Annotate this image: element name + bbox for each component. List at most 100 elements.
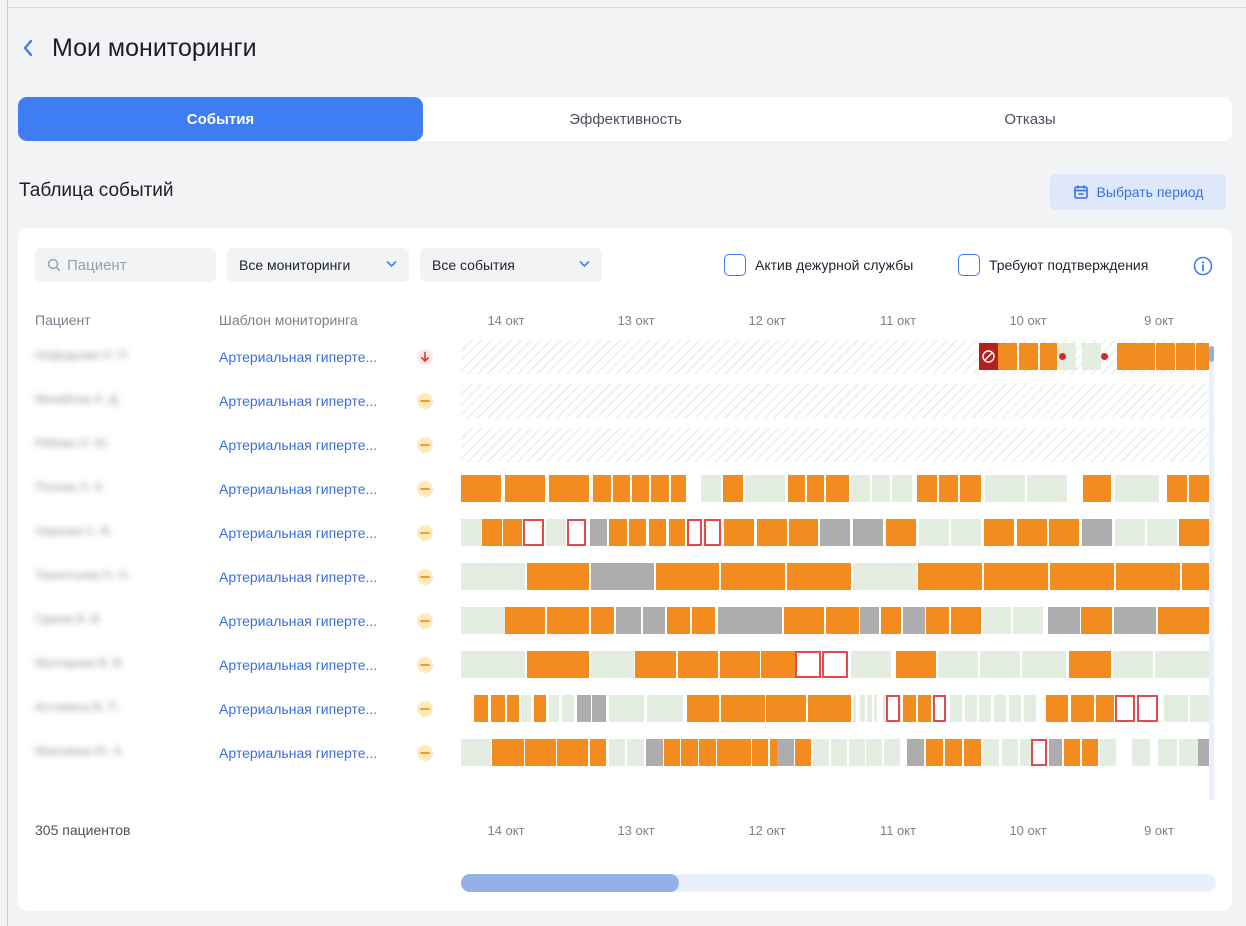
event-segment-orange[interactable] [664,739,680,766]
event-segment-gray[interactable] [1049,739,1062,766]
event-segment-empty[interactable] [980,651,1020,678]
event-segment-empty[interactable] [1027,475,1067,502]
event-segment-orange[interactable] [1050,563,1114,590]
event-segment-orange[interactable] [789,519,818,546]
checkbox-box[interactable] [958,254,980,276]
event-segment-gray[interactable] [646,739,663,766]
tab-refusals[interactable]: Отказы [828,97,1232,141]
event-segment-orange[interactable] [984,519,1014,546]
event-segment-orange[interactable] [613,475,630,502]
patient-name[interactable]: Мухтарова В. В. [35,656,125,672]
event-segment-orange[interactable] [1156,343,1175,370]
patient-search-input[interactable] [67,256,197,274]
event-segment-orange[interactable] [951,607,981,634]
patient-name[interactable]: Михайлов А. Д. [35,392,121,408]
event-segment-empty[interactable] [1115,475,1159,502]
event-segment-empty[interactable] [609,695,644,722]
event-segment-orange[interactable] [687,695,719,722]
event-segment-empty[interactable] [831,739,847,766]
event-segment-gray[interactable] [1198,739,1209,766]
event-segment-orange[interactable] [534,695,546,722]
event-segment-empty[interactable] [872,475,890,502]
vertical-scrollbar[interactable] [1209,346,1214,801]
event-segment-orange[interactable] [1019,343,1038,370]
event-segment-gray[interactable] [718,607,782,634]
event-segment-orange[interactable] [1182,563,1209,590]
event-segment-orange[interactable] [474,695,488,722]
event-segment-orange[interactable] [787,563,851,590]
event-segment-empty[interactable] [985,475,1025,502]
event-segment-orange[interactable] [998,343,1017,370]
table-row[interactable]: Максимов Ю. А. Артериальная гиперте... [18,736,1232,770]
require-confirmation-checkbox[interactable]: Требуют подтверждения [958,254,1148,276]
event-segment-orange[interactable] [960,475,981,502]
event-segment-gray[interactable] [616,607,641,634]
event-segment-empty[interactable] [461,563,525,590]
checkbox-box[interactable] [724,254,746,276]
table-row[interactable]: Терентьева Н. Н. Артериальная гиперте... [18,560,1232,594]
template-link[interactable]: Артериальная гиперте... [219,701,377,717]
event-segment-orange[interactable] [886,519,916,546]
event-segment-orange[interactable] [984,563,1048,590]
event-segment-empty[interactable] [965,695,977,722]
event-segment-orange[interactable] [549,475,589,502]
patient-name[interactable]: Гуреев В. В. [35,612,102,628]
event-segment-orange[interactable] [808,695,851,722]
event-segment-orange[interactable] [609,519,627,546]
patient-name[interactable]: Истомина В. П. [35,700,120,716]
template-link[interactable]: Артериальная гиперте... [219,437,377,453]
table-row[interactable]: Чернова С. В. Артериальная гиперте... [18,516,1232,550]
tab-events[interactable]: События [18,97,423,141]
event-segment-orange[interactable] [667,607,690,634]
event-segment-orange[interactable] [795,739,811,766]
event-segment-alert[interactable] [1137,695,1158,722]
tab-efficiency[interactable]: Эффективность [423,97,828,141]
event-segment-gray[interactable] [643,607,665,634]
event-segment-empty[interactable] [1190,695,1209,722]
event-segment-gray[interactable] [1048,607,1080,634]
event-segment-empty[interactable] [461,519,482,546]
table-row[interactable]: Истомина В. П. Артериальная гиперте... [18,692,1232,726]
event-segment-gray[interactable] [853,519,883,546]
event-segment-empty[interactable] [1164,695,1188,722]
event-segment-orange[interactable] [717,739,734,766]
event-segment-empty[interactable] [950,695,962,722]
event-segment-orange[interactable] [826,607,859,634]
event-segment-orange[interactable] [903,695,916,722]
event-segment-orange[interactable] [761,651,799,678]
event-segment-orange[interactable] [505,475,545,502]
patient-name[interactable]: Рябова О. Ю. [35,436,110,452]
patient-name[interactable]: Терентьева Н. Н. [35,568,130,584]
event-segment-orange[interactable] [752,739,768,766]
event-segment-orange[interactable] [1179,519,1209,546]
event-segment-orange[interactable] [656,563,719,590]
event-segment-orange[interactable] [651,475,669,502]
duty-service-checkbox[interactable]: Актив дежурной службы [724,254,913,276]
patient-name[interactable]: Чернова С. В. [35,524,113,540]
event-segment-orange[interactable] [527,651,589,678]
event-segment-orange[interactable] [964,739,981,766]
event-segment-empty[interactable] [549,695,559,722]
event-segment-orange[interactable] [649,519,666,546]
template-link[interactable]: Артериальная гиперте... [219,569,377,585]
event-segment-orange[interactable] [505,607,545,634]
event-segment-gray[interactable] [820,519,850,546]
event-segment-empty[interactable] [1147,519,1177,546]
template-link[interactable]: Артериальная гиперте... [219,657,377,673]
event-segment-orange[interactable] [525,739,556,766]
event-segment-orange[interactable] [1083,475,1111,502]
event-segment-orange[interactable] [896,651,936,678]
event-segment-alert[interactable] [886,695,900,722]
horizontal-scrollbar-thumb[interactable] [461,874,679,892]
template-link[interactable]: Артериальная гиперте... [219,393,377,409]
event-segment-orange[interactable] [507,695,519,722]
event-segment-orange[interactable] [918,695,931,722]
event-segment-empty[interactable] [860,695,865,722]
event-segment-orange[interactable] [918,563,982,590]
template-link[interactable]: Артериальная гиперте... [219,525,377,541]
event-segment-empty[interactable] [983,607,1011,634]
events-select[interactable]: Все события [420,248,602,282]
event-segment-orange[interactable] [557,739,588,766]
event-segment-empty[interactable] [983,739,999,766]
event-segment-gray[interactable] [591,563,654,590]
